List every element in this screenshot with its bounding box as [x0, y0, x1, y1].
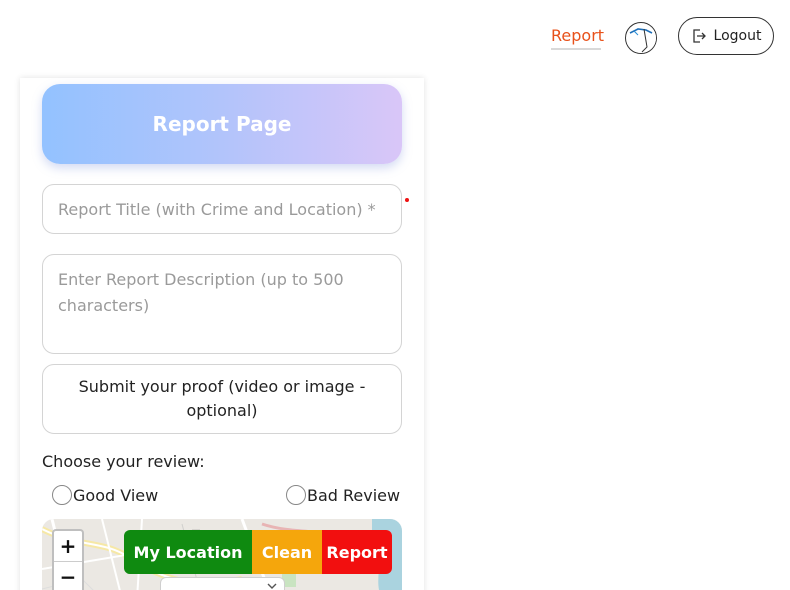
page-title: Report Page	[42, 84, 402, 164]
logout-button[interactable]: Logout	[678, 17, 774, 55]
chevron-down-icon	[267, 583, 277, 589]
radio-bad-review[interactable]: Bad Review	[286, 485, 400, 505]
map-zoom-control: + −	[52, 529, 84, 590]
proof-upload-label: Submit your proof (video or image - opti…	[78, 377, 366, 420]
top-header: Report Logout	[0, 0, 790, 78]
nav-active-underline	[551, 48, 601, 50]
radio-bad-review-circle[interactable]	[286, 485, 306, 505]
avatar[interactable]	[625, 22, 657, 54]
clean-button[interactable]: Clean	[252, 530, 322, 574]
radio-good-view-label: Good View	[73, 485, 159, 505]
my-location-button[interactable]: My Location	[124, 530, 252, 574]
nav-report-link[interactable]: Report	[551, 26, 604, 45]
report-title-input[interactable]	[42, 184, 402, 234]
radio-bad-review-label: Bad Review	[307, 485, 401, 505]
review-label: Choose your review:	[42, 452, 205, 471]
logout-label: Logout	[713, 28, 762, 44]
logout-icon	[692, 29, 706, 43]
report-description-input[interactable]	[42, 254, 402, 354]
proof-upload-button[interactable]: Submit your proof (video or image - opti…	[42, 364, 402, 434]
map-report-button[interactable]: Report	[322, 530, 392, 574]
zoom-out-button[interactable]: −	[54, 562, 82, 590]
required-indicator	[405, 198, 409, 202]
zoom-in-button[interactable]: +	[54, 531, 82, 561]
avatar-icon	[627, 24, 656, 53]
radio-good-view[interactable]: Good View	[52, 485, 158, 505]
radio-good-view-circle[interactable]	[52, 485, 72, 505]
